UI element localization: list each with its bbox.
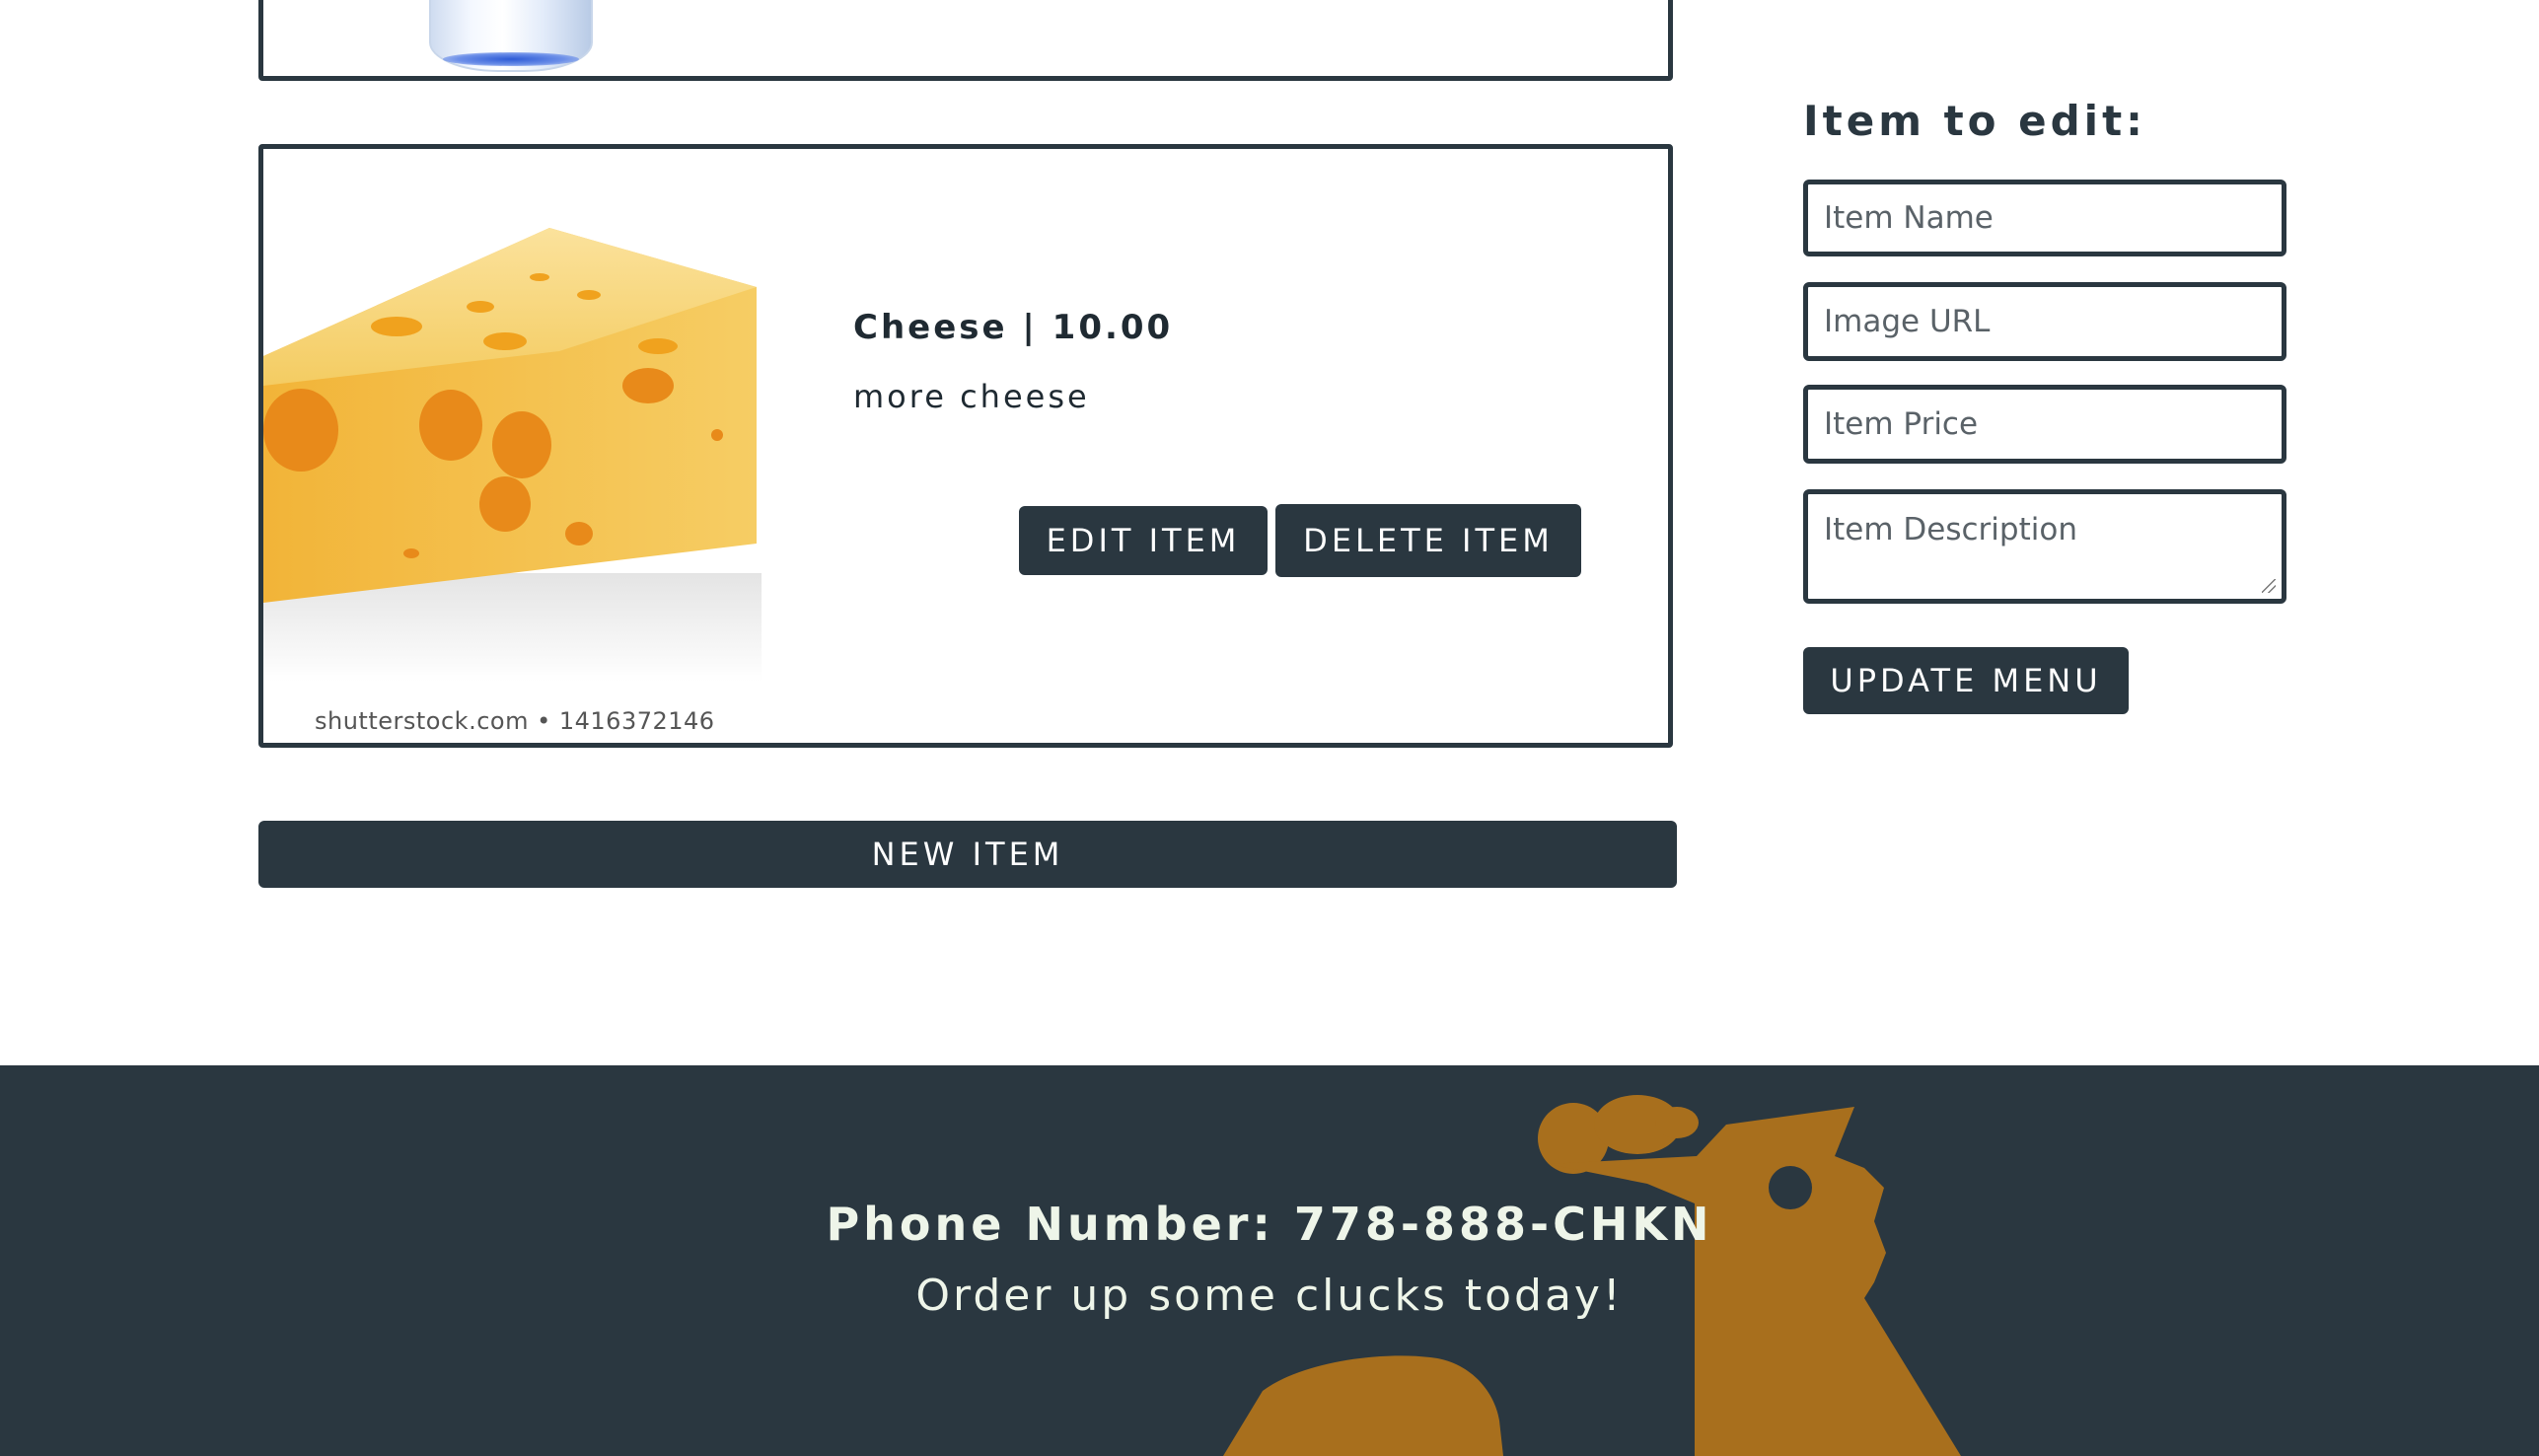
update-menu-button[interactable]: UPDATE MENU [1803, 647, 2129, 714]
rooster-logo-icon [1223, 1095, 1961, 1456]
image-url-input[interactable]: Image URL [1803, 282, 2286, 361]
editor-heading: Item to edit: [1803, 97, 2146, 145]
footer-tagline: Order up some clucks today! [915, 1271, 1624, 1321]
footer: Phone Number: 778-888-CHKN Order up some… [0, 1065, 2539, 1456]
new-item-button[interactable]: NEW ITEM [258, 821, 1677, 888]
item-description-textarea[interactable]: Item Description [1803, 489, 2286, 604]
delete-item-button[interactable]: DELETE ITEM [1275, 504, 1581, 577]
footer-phone-number: Phone Number: 778-888-CHKN [826, 1198, 1713, 1251]
item-title: Cheese | 10.00 [853, 308, 1174, 347]
menu-item-card [258, 0, 1673, 81]
water-bottle-image-base [443, 52, 579, 66]
item-name-input[interactable]: Item Name [1803, 180, 2286, 256]
item-description-placeholder: Item Description [1824, 512, 2077, 547]
item-description: more cheese [853, 378, 1090, 415]
edit-item-button[interactable]: EDIT ITEM [1019, 506, 1268, 575]
item-price-input[interactable]: Item Price [1803, 385, 2286, 464]
menu-item-card: shutterstock.com • 1416372146 Cheese | 1… [258, 144, 1673, 748]
cheese-image [263, 149, 762, 743]
image-watermark: shutterstock.com • 1416372146 [315, 707, 715, 735]
resize-handle-icon[interactable] [2262, 579, 2276, 593]
